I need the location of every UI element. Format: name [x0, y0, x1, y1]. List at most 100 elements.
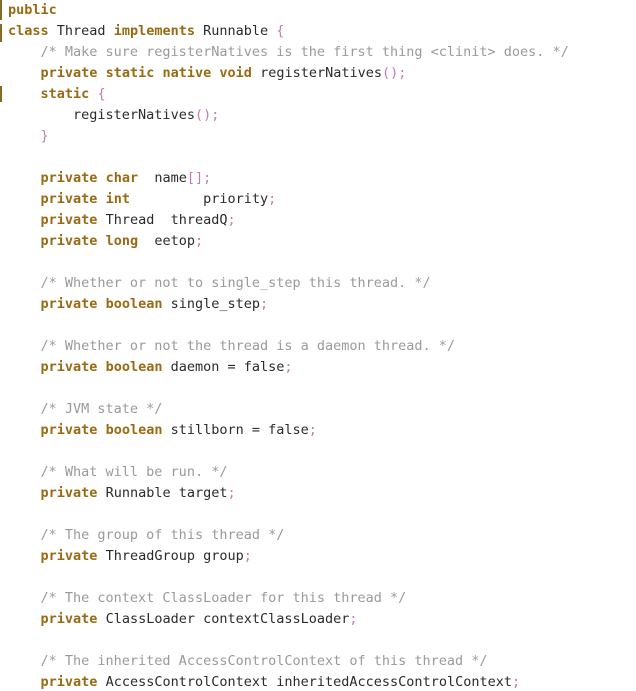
code-token-id [97, 233, 105, 249]
code-token-punc: ; [349, 611, 358, 627]
clipped-glyph-mark [0, 0, 2, 20]
code-line[interactable]: /* The group of this thread */ [8, 525, 636, 546]
code-line[interactable]: private boolean single_step; [8, 294, 636, 315]
code-token-punc: } [40, 128, 49, 144]
code-line[interactable]: private static native void registerNativ… [8, 63, 636, 84]
code-line[interactable]: /* JVM state */ [8, 399, 636, 420]
code-line[interactable]: /* The inherited AccessControlContext of… [8, 651, 636, 672]
code-token-id: false [268, 422, 309, 438]
code-token-id: threadQ [170, 212, 228, 228]
code-token-id [195, 548, 203, 564]
code-token-punc: ; [243, 548, 252, 564]
code-token-punc: { [97, 86, 106, 102]
code-token-id [8, 422, 41, 438]
clipped-glyph-mark [0, 86, 2, 102]
code-token-punc: ; [227, 212, 236, 228]
code-token-id: single_step [170, 296, 261, 312]
code-token-kw: private [40, 233, 98, 249]
code-viewer[interactable]: public class Thread implements Runnable {… [0, 0, 636, 691]
code-token-id: name [154, 170, 187, 186]
code-token-id [97, 674, 105, 690]
code-token-id: eetop [154, 233, 195, 249]
code-token-id: = [219, 359, 244, 375]
code-token-kw: private [40, 191, 98, 207]
code-line[interactable]: /* Whether or not to single_step this th… [8, 273, 636, 294]
code-line[interactable]: private Runnable target; [8, 483, 636, 504]
code-token-id [8, 107, 73, 123]
code-token-type: ThreadGroup [105, 548, 195, 564]
code-token-kw: private [40, 422, 98, 438]
code-line[interactable]: /* What will be run. */ [8, 462, 636, 483]
code-line[interactable]: static { [8, 84, 636, 105]
code-token-cmt: /* The inherited AccessControlContext of… [40, 653, 488, 669]
code-token-kw: boolean [105, 422, 163, 438]
code-line[interactable] [8, 441, 636, 462]
code-token-id [97, 611, 105, 627]
code-token-cmt: /* JVM state */ [40, 401, 163, 417]
code-token-id [8, 527, 41, 543]
code-token-id [8, 65, 41, 81]
code-line[interactable]: private ThreadGroup group; [8, 546, 636, 567]
code-line[interactable] [8, 504, 636, 525]
code-token-id [138, 233, 154, 249]
code-line[interactable]: private ClassLoader contextClassLoader; [8, 609, 636, 630]
code-token-kw: private [40, 674, 98, 690]
code-token-id [97, 65, 105, 81]
code-token-type: Runnable [203, 23, 269, 39]
code-token-id [8, 485, 41, 501]
code-line-list[interactable]: public class Thread implements Runnable {… [8, 0, 636, 691]
code-token-id [162, 422, 170, 438]
code-token-id [8, 590, 41, 606]
code-token-id [8, 233, 41, 249]
code-token-kw: static [40, 86, 90, 102]
code-line[interactable] [8, 147, 636, 168]
code-token-kw: boolean [105, 359, 163, 375]
code-token-punc: (); [194, 107, 220, 123]
code-token-cmt: /* Make sure registerNatives is the firs… [40, 44, 569, 60]
code-token-kw: private [40, 485, 98, 501]
code-token-id [8, 674, 41, 690]
code-line[interactable] [8, 567, 636, 588]
code-line[interactable]: public [8, 0, 636, 21]
code-token-id [97, 212, 105, 228]
code-line[interactable]: /* Make sure registerNatives is the firs… [8, 42, 636, 63]
code-line[interactable] [8, 252, 636, 273]
code-line[interactable]: private long eetop; [8, 231, 636, 252]
code-line[interactable]: private AccessControlContext inheritedAc… [8, 672, 636, 691]
code-line[interactable]: class Thread implements Runnable { [8, 21, 636, 42]
code-token-kw: private [40, 611, 98, 627]
code-token-kw: void [219, 65, 252, 81]
code-token-id [130, 191, 203, 207]
code-token-kw: boolean [105, 296, 163, 312]
code-line[interactable]: } [8, 126, 636, 147]
code-token-id [162, 296, 170, 312]
code-line[interactable]: private boolean stillborn = false; [8, 420, 636, 441]
code-token-id [8, 296, 41, 312]
code-line[interactable]: /* The context ClassLoader for this thre… [8, 588, 636, 609]
code-token-cmt: /* The group of this thread */ [40, 527, 285, 543]
code-token-id [8, 44, 41, 60]
code-token-cmt: /* Whether or not the thread is a daemon… [40, 338, 456, 354]
code-token-kw: private [40, 65, 98, 81]
code-token-id [8, 653, 41, 669]
code-line[interactable]: private int priority; [8, 189, 636, 210]
code-token-id [162, 359, 170, 375]
code-token-kw: long [105, 233, 139, 249]
code-token-kw: implements [113, 23, 195, 39]
code-token-kw: int [105, 191, 130, 207]
code-line[interactable]: private char name[]; [8, 168, 636, 189]
code-token-punc: (); [381, 65, 407, 81]
code-line[interactable]: /* Whether or not the thread is a daemon… [8, 336, 636, 357]
code-token-id [8, 338, 41, 354]
code-line[interactable] [8, 315, 636, 336]
left-scroll-clip-edge [0, 0, 2, 691]
code-line[interactable]: registerNatives(); [8, 105, 636, 126]
code-line[interactable]: private Thread threadQ; [8, 210, 636, 231]
code-token-punc: ; [194, 233, 204, 249]
code-token-id [97, 359, 105, 375]
code-token-id: stillborn [170, 422, 244, 438]
code-token-id [171, 485, 179, 501]
code-line[interactable]: private boolean daemon = false; [8, 357, 636, 378]
code-line[interactable] [8, 630, 636, 651]
code-line[interactable] [8, 378, 636, 399]
